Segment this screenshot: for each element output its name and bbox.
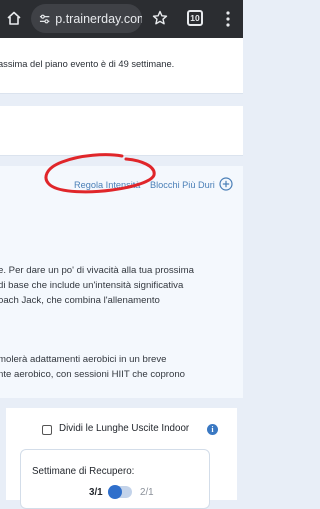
red-annotation-circle	[44, 153, 156, 194]
section-gap	[0, 398, 243, 408]
tab-switcher-button[interactable]: 10	[187, 10, 203, 26]
home-icon[interactable]	[6, 10, 22, 26]
description-line: oach Jack, che combina l'allenamento	[0, 295, 160, 306]
recovery-ratio-left: 3/1	[89, 487, 103, 498]
add-circle-icon[interactable]	[219, 177, 233, 191]
empty-card	[0, 106, 243, 156]
card-edge-left	[0, 408, 6, 500]
browser-toolbar: p.trainerday.com 10	[0, 0, 243, 38]
split-long-rides-checkbox[interactable]	[42, 425, 52, 435]
recovery-weeks-label: Settimane di Recupero:	[32, 466, 135, 477]
plan-notice-card: assima del piano evento è di 49 settiman…	[0, 38, 243, 94]
description-paragraph-1: e. Per dare un po' di vivacità alla tua …	[0, 263, 194, 308]
tab-count: 10	[190, 13, 200, 23]
card-edge-right	[237, 408, 243, 500]
recovery-ratio-right: 2/1	[140, 487, 154, 498]
more-menu-icon[interactable]	[225, 10, 231, 28]
section-gap	[0, 94, 243, 106]
description-line: di base che include un'intensità signifi…	[0, 280, 184, 291]
bookmark-star-icon[interactable]	[152, 10, 168, 26]
recovery-weeks-panel	[20, 449, 210, 509]
description-line: molerà adattamenti aerobici in un breve	[0, 354, 167, 365]
toggle-knob[interactable]	[108, 485, 122, 499]
url-text: p.trainerday.com	[55, 11, 142, 26]
description-paragraph-2: molerà adattamenti aerobici in un breve …	[0, 352, 185, 382]
site-settings-icon[interactable]	[39, 13, 50, 25]
description-line: nte aerobico, con sessioni HIIT che copr…	[0, 369, 186, 380]
description-line: e. Per dare un po' di vivacità alla tua …	[0, 265, 194, 276]
plan-notice-text: assima del piano evento è di 49 settiman…	[0, 59, 175, 69]
address-bar[interactable]: p.trainerday.com	[31, 4, 142, 33]
info-icon[interactable]: i	[207, 424, 218, 435]
split-long-rides-label[interactable]: Dividi le Lunghe Uscite Indoor	[59, 423, 189, 434]
